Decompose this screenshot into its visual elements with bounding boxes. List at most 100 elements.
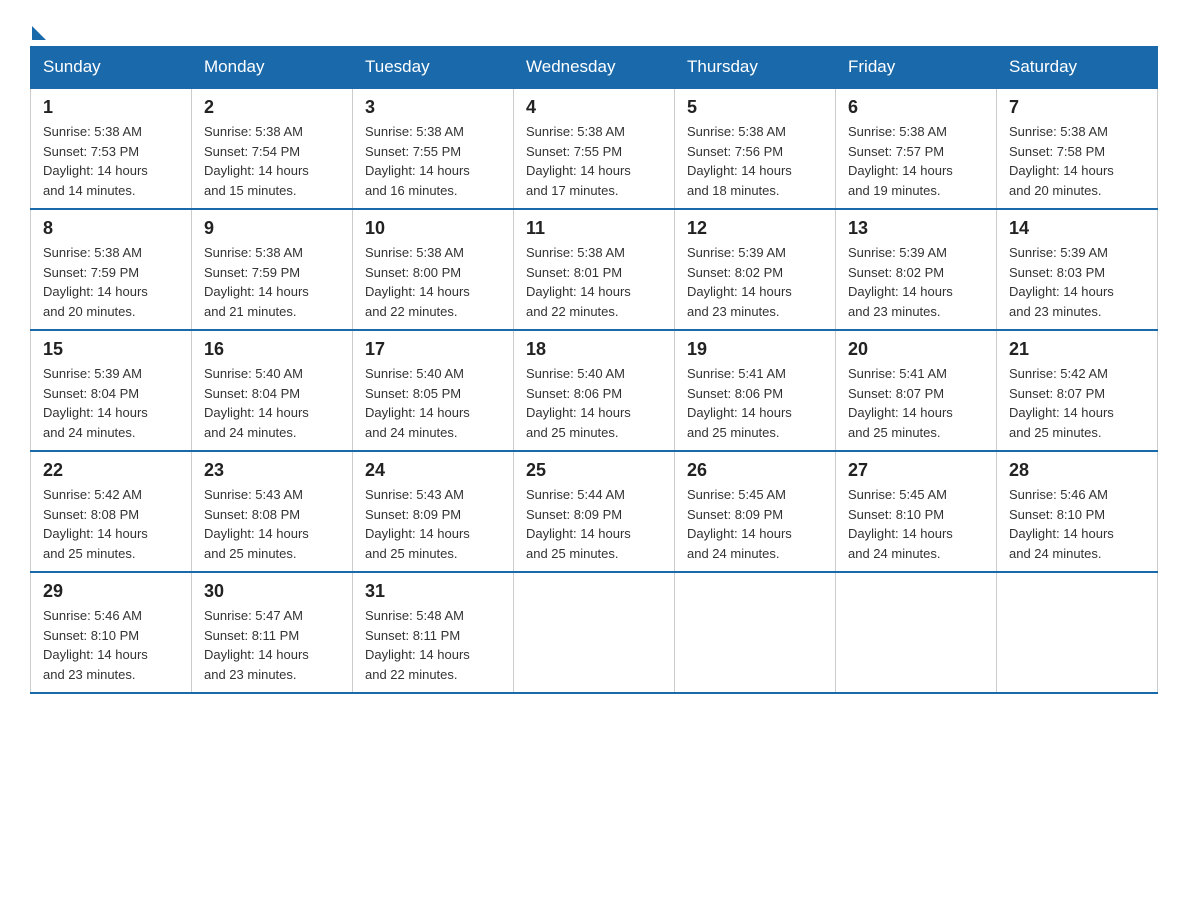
day-info: Sunrise: 5:45 AM Sunset: 8:09 PM Dayligh… bbox=[687, 487, 792, 561]
day-info: Sunrise: 5:48 AM Sunset: 8:11 PM Dayligh… bbox=[365, 608, 470, 682]
day-info: Sunrise: 5:38 AM Sunset: 7:58 PM Dayligh… bbox=[1009, 124, 1114, 198]
calendar-cell: 20 Sunrise: 5:41 AM Sunset: 8:07 PM Dayl… bbox=[836, 330, 997, 451]
calendar-week-row: 29 Sunrise: 5:46 AM Sunset: 8:10 PM Dayl… bbox=[31, 572, 1158, 693]
col-header-tuesday: Tuesday bbox=[353, 47, 514, 89]
calendar-cell bbox=[997, 572, 1158, 693]
calendar-cell bbox=[675, 572, 836, 693]
calendar-header-row: SundayMondayTuesdayWednesdayThursdayFrid… bbox=[31, 47, 1158, 89]
day-info: Sunrise: 5:38 AM Sunset: 7:54 PM Dayligh… bbox=[204, 124, 309, 198]
day-number: 6 bbox=[848, 97, 984, 118]
day-info: Sunrise: 5:46 AM Sunset: 8:10 PM Dayligh… bbox=[1009, 487, 1114, 561]
calendar-cell bbox=[836, 572, 997, 693]
day-info: Sunrise: 5:38 AM Sunset: 7:56 PM Dayligh… bbox=[687, 124, 792, 198]
col-header-thursday: Thursday bbox=[675, 47, 836, 89]
day-info: Sunrise: 5:40 AM Sunset: 8:04 PM Dayligh… bbox=[204, 366, 309, 440]
day-number: 14 bbox=[1009, 218, 1145, 239]
calendar-cell: 31 Sunrise: 5:48 AM Sunset: 8:11 PM Dayl… bbox=[353, 572, 514, 693]
day-number: 24 bbox=[365, 460, 501, 481]
calendar-cell: 15 Sunrise: 5:39 AM Sunset: 8:04 PM Dayl… bbox=[31, 330, 192, 451]
day-info: Sunrise: 5:39 AM Sunset: 8:03 PM Dayligh… bbox=[1009, 245, 1114, 319]
day-number: 8 bbox=[43, 218, 179, 239]
calendar-cell: 7 Sunrise: 5:38 AM Sunset: 7:58 PM Dayli… bbox=[997, 88, 1158, 209]
calendar-cell: 2 Sunrise: 5:38 AM Sunset: 7:54 PM Dayli… bbox=[192, 88, 353, 209]
calendar-cell: 22 Sunrise: 5:42 AM Sunset: 8:08 PM Dayl… bbox=[31, 451, 192, 572]
calendar-cell: 18 Sunrise: 5:40 AM Sunset: 8:06 PM Dayl… bbox=[514, 330, 675, 451]
day-info: Sunrise: 5:38 AM Sunset: 7:57 PM Dayligh… bbox=[848, 124, 953, 198]
calendar-cell: 21 Sunrise: 5:42 AM Sunset: 8:07 PM Dayl… bbox=[997, 330, 1158, 451]
day-info: Sunrise: 5:42 AM Sunset: 8:08 PM Dayligh… bbox=[43, 487, 148, 561]
calendar-cell: 17 Sunrise: 5:40 AM Sunset: 8:05 PM Dayl… bbox=[353, 330, 514, 451]
day-number: 29 bbox=[43, 581, 179, 602]
day-number: 27 bbox=[848, 460, 984, 481]
day-info: Sunrise: 5:39 AM Sunset: 8:02 PM Dayligh… bbox=[687, 245, 792, 319]
calendar-cell: 5 Sunrise: 5:38 AM Sunset: 7:56 PM Dayli… bbox=[675, 88, 836, 209]
day-info: Sunrise: 5:38 AM Sunset: 8:01 PM Dayligh… bbox=[526, 245, 631, 319]
day-number: 12 bbox=[687, 218, 823, 239]
calendar-cell: 30 Sunrise: 5:47 AM Sunset: 8:11 PM Dayl… bbox=[192, 572, 353, 693]
calendar-cell: 28 Sunrise: 5:46 AM Sunset: 8:10 PM Dayl… bbox=[997, 451, 1158, 572]
col-header-sunday: Sunday bbox=[31, 47, 192, 89]
calendar-cell: 3 Sunrise: 5:38 AM Sunset: 7:55 PM Dayli… bbox=[353, 88, 514, 209]
calendar-cell: 10 Sunrise: 5:38 AM Sunset: 8:00 PM Dayl… bbox=[353, 209, 514, 330]
col-header-wednesday: Wednesday bbox=[514, 47, 675, 89]
calendar-cell: 27 Sunrise: 5:45 AM Sunset: 8:10 PM Dayl… bbox=[836, 451, 997, 572]
calendar-cell: 29 Sunrise: 5:46 AM Sunset: 8:10 PM Dayl… bbox=[31, 572, 192, 693]
day-info: Sunrise: 5:41 AM Sunset: 8:07 PM Dayligh… bbox=[848, 366, 953, 440]
calendar-cell: 26 Sunrise: 5:45 AM Sunset: 8:09 PM Dayl… bbox=[675, 451, 836, 572]
day-number: 3 bbox=[365, 97, 501, 118]
calendar-cell: 12 Sunrise: 5:39 AM Sunset: 8:02 PM Dayl… bbox=[675, 209, 836, 330]
day-number: 2 bbox=[204, 97, 340, 118]
day-info: Sunrise: 5:38 AM Sunset: 7:55 PM Dayligh… bbox=[365, 124, 470, 198]
day-number: 13 bbox=[848, 218, 984, 239]
day-number: 30 bbox=[204, 581, 340, 602]
day-info: Sunrise: 5:39 AM Sunset: 8:04 PM Dayligh… bbox=[43, 366, 148, 440]
calendar-cell: 19 Sunrise: 5:41 AM Sunset: 8:06 PM Dayl… bbox=[675, 330, 836, 451]
calendar-week-row: 15 Sunrise: 5:39 AM Sunset: 8:04 PM Dayl… bbox=[31, 330, 1158, 451]
col-header-friday: Friday bbox=[836, 47, 997, 89]
day-number: 28 bbox=[1009, 460, 1145, 481]
day-number: 21 bbox=[1009, 339, 1145, 360]
day-number: 9 bbox=[204, 218, 340, 239]
calendar-cell: 11 Sunrise: 5:38 AM Sunset: 8:01 PM Dayl… bbox=[514, 209, 675, 330]
day-number: 7 bbox=[1009, 97, 1145, 118]
day-info: Sunrise: 5:42 AM Sunset: 8:07 PM Dayligh… bbox=[1009, 366, 1114, 440]
page-header bbox=[30, 20, 1158, 36]
col-header-monday: Monday bbox=[192, 47, 353, 89]
calendar-cell: 25 Sunrise: 5:44 AM Sunset: 8:09 PM Dayl… bbox=[514, 451, 675, 572]
day-info: Sunrise: 5:43 AM Sunset: 8:08 PM Dayligh… bbox=[204, 487, 309, 561]
day-info: Sunrise: 5:45 AM Sunset: 8:10 PM Dayligh… bbox=[848, 487, 953, 561]
day-info: Sunrise: 5:38 AM Sunset: 8:00 PM Dayligh… bbox=[365, 245, 470, 319]
day-info: Sunrise: 5:38 AM Sunset: 7:53 PM Dayligh… bbox=[43, 124, 148, 198]
calendar-cell: 6 Sunrise: 5:38 AM Sunset: 7:57 PM Dayli… bbox=[836, 88, 997, 209]
day-info: Sunrise: 5:39 AM Sunset: 8:02 PM Dayligh… bbox=[848, 245, 953, 319]
day-info: Sunrise: 5:47 AM Sunset: 8:11 PM Dayligh… bbox=[204, 608, 309, 682]
calendar-cell: 1 Sunrise: 5:38 AM Sunset: 7:53 PM Dayli… bbox=[31, 88, 192, 209]
calendar-cell: 23 Sunrise: 5:43 AM Sunset: 8:08 PM Dayl… bbox=[192, 451, 353, 572]
day-info: Sunrise: 5:38 AM Sunset: 7:55 PM Dayligh… bbox=[526, 124, 631, 198]
day-number: 5 bbox=[687, 97, 823, 118]
day-number: 31 bbox=[365, 581, 501, 602]
logo bbox=[30, 20, 46, 36]
calendar-cell: 9 Sunrise: 5:38 AM Sunset: 7:59 PM Dayli… bbox=[192, 209, 353, 330]
calendar-cell: 24 Sunrise: 5:43 AM Sunset: 8:09 PM Dayl… bbox=[353, 451, 514, 572]
day-number: 23 bbox=[204, 460, 340, 481]
calendar-cell bbox=[514, 572, 675, 693]
day-number: 26 bbox=[687, 460, 823, 481]
calendar-cell: 16 Sunrise: 5:40 AM Sunset: 8:04 PM Dayl… bbox=[192, 330, 353, 451]
day-number: 4 bbox=[526, 97, 662, 118]
day-info: Sunrise: 5:38 AM Sunset: 7:59 PM Dayligh… bbox=[204, 245, 309, 319]
day-info: Sunrise: 5:40 AM Sunset: 8:06 PM Dayligh… bbox=[526, 366, 631, 440]
calendar-week-row: 1 Sunrise: 5:38 AM Sunset: 7:53 PM Dayli… bbox=[31, 88, 1158, 209]
calendar-cell: 14 Sunrise: 5:39 AM Sunset: 8:03 PM Dayl… bbox=[997, 209, 1158, 330]
day-number: 15 bbox=[43, 339, 179, 360]
day-number: 1 bbox=[43, 97, 179, 118]
day-info: Sunrise: 5:44 AM Sunset: 8:09 PM Dayligh… bbox=[526, 487, 631, 561]
day-number: 25 bbox=[526, 460, 662, 481]
day-number: 17 bbox=[365, 339, 501, 360]
day-number: 11 bbox=[526, 218, 662, 239]
calendar-cell: 4 Sunrise: 5:38 AM Sunset: 7:55 PM Dayli… bbox=[514, 88, 675, 209]
day-info: Sunrise: 5:40 AM Sunset: 8:05 PM Dayligh… bbox=[365, 366, 470, 440]
calendar-table: SundayMondayTuesdayWednesdayThursdayFrid… bbox=[30, 46, 1158, 694]
day-number: 20 bbox=[848, 339, 984, 360]
day-info: Sunrise: 5:46 AM Sunset: 8:10 PM Dayligh… bbox=[43, 608, 148, 682]
